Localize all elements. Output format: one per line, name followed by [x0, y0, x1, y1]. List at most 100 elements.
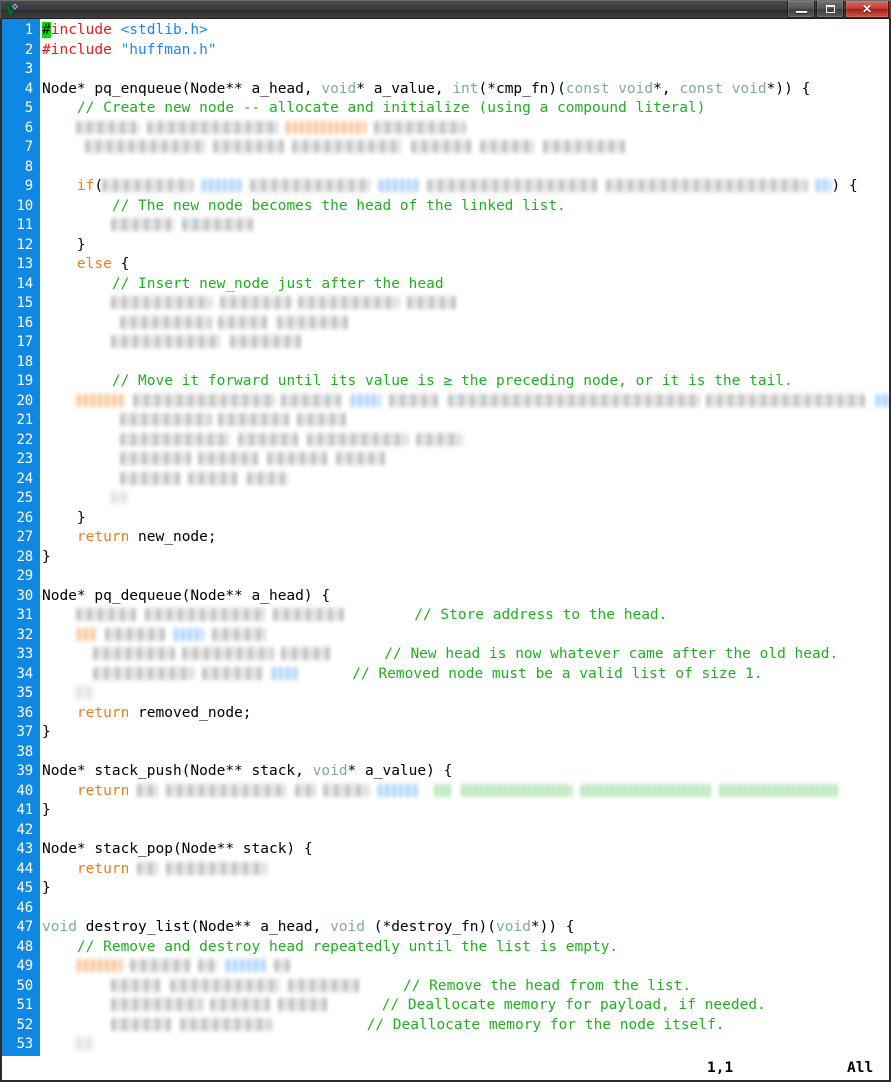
- code-line[interactable]: 23: [2, 450, 889, 470]
- redacted-code-span: [299, 296, 400, 309]
- code-line[interactable]: 15: [2, 294, 889, 314]
- redacted-code-span: [544, 140, 625, 153]
- code-line[interactable]: 29: [2, 567, 889, 587]
- line-number: 18: [2, 352, 40, 372]
- code-line[interactable]: 49: [2, 957, 889, 977]
- code-line[interactable]: 26 }: [2, 508, 889, 528]
- code-line[interactable]: 2 #include "huffman.h": [2, 40, 889, 60]
- code-line[interactable]: 48 // Remove and destroy head repeatedly…: [2, 937, 889, 957]
- code-line[interactable]: 38: [2, 742, 889, 762]
- code-line-content: // Create new node -- allocate and initi…: [40, 99, 889, 119]
- code-line-content: }: [40, 548, 889, 568]
- line-number: 41: [2, 801, 40, 821]
- code-line[interactable]: 34 // Removed node must be a valid list …: [2, 664, 889, 684]
- code-line[interactable]: 47 void destroy_list(Node** a_head, void …: [2, 918, 889, 938]
- redacted-code-span: [103, 179, 194, 192]
- code-line[interactable]: 31 // Store address to the head.: [2, 606, 889, 626]
- code-line[interactable]: 17: [2, 333, 889, 353]
- code-line[interactable]: 7: [2, 138, 889, 158]
- code-line-content: [40, 684, 889, 704]
- code-line[interactable]: 53: [2, 1035, 889, 1055]
- code-line[interactable]: 36 return removed_node;: [2, 703, 889, 723]
- redacted-code-span: [606, 179, 807, 192]
- code-line[interactable]: 33 // New head is now whatever came afte…: [2, 645, 889, 665]
- code-line-content: Node* pq_dequeue(Node** a_head) {: [40, 587, 889, 607]
- code-line[interactable]: 32: [2, 625, 889, 645]
- code-line[interactable]: 10 // The new node becomes the head of t…: [2, 196, 889, 216]
- code-line-content: }: [40, 236, 889, 256]
- redacted-code-span: [279, 998, 330, 1011]
- line-number: 25: [2, 489, 40, 509]
- code-line[interactable]: 25: [2, 489, 889, 509]
- code-line[interactable]: 18: [2, 352, 889, 372]
- scroll-percent-indicator: All: [847, 1060, 874, 1076]
- code-line[interactable]: 44 return: [2, 859, 889, 879]
- code-line[interactable]: 12 }: [2, 235, 889, 256]
- code-line[interactable]: 52 // Deallocate memory for the node its…: [2, 1015, 889, 1035]
- redacted-code-span: [120, 432, 231, 446]
- code-line[interactable]: 27 return new_node;: [2, 528, 889, 548]
- code-line[interactable]: 14 // Insert new_node just after the hea…: [2, 274, 889, 294]
- code-line-content: // Move it forward until its value is ≥ …: [40, 372, 889, 392]
- code-line[interactable]: 16: [2, 313, 889, 333]
- code-editor[interactable]: 1 #include <stdlib.h> 2 #include "huffman.h…: [2, 19, 889, 1056]
- code-line[interactable]: 6: [2, 118, 889, 138]
- title-bar[interactable]: ✕: [0, 0, 891, 19]
- minimize-button[interactable]: [787, 1, 815, 18]
- code-line[interactable]: 40 return: [2, 781, 889, 801]
- code-line[interactable]: 13 else {: [2, 255, 889, 275]
- code-line[interactable]: 42: [2, 820, 889, 840]
- line-number: 22: [2, 430, 40, 450]
- line-number: 39: [2, 762, 40, 782]
- maximize-button[interactable]: [816, 1, 844, 18]
- code-line[interactable]: 19 // Move it forward until its value is…: [2, 372, 889, 392]
- token-plain: Node* pq_enqueue(Node** a_head,: [42, 80, 322, 97]
- redacted-code-span: [411, 140, 472, 153]
- code-line-content: [40, 489, 889, 509]
- code-line[interactable]: 1 #include <stdlib.h>: [2, 21, 889, 41]
- token-pre: #include: [42, 41, 112, 58]
- code-line[interactable]: 9 if( ) {: [2, 177, 889, 197]
- code-line[interactable]: 8: [2, 157, 889, 177]
- code-line[interactable]: 11: [2, 216, 889, 236]
- code-line[interactable]: 35: [2, 684, 889, 704]
- redacted-code-span: [203, 666, 264, 680]
- code-line[interactable]: 51 // Deallocate memory for payload, if …: [2, 996, 889, 1016]
- line-number: 24: [2, 469, 40, 489]
- code-line[interactable]: 5 // Create new node -- allocate and ini…: [2, 99, 889, 119]
- code-line[interactable]: 45}: [2, 879, 889, 899]
- code-line[interactable]: 20: [2, 391, 889, 411]
- code-line[interactable]: 21: [2, 411, 889, 431]
- token-type: const void: [679, 80, 767, 97]
- code-line[interactable]: 4 Node* pq_enqueue(Node** a_head, void* a…: [2, 79, 889, 99]
- token-plain: Node* pq_dequeue(Node** a_head) {: [42, 587, 331, 604]
- close-button[interactable]: ✕: [845, 1, 889, 18]
- code-line[interactable]: 28}: [2, 547, 889, 568]
- code-line[interactable]: 43 Node* stack_pop(Node** stack) {: [2, 840, 889, 860]
- code-line[interactable]: 22: [2, 430, 889, 450]
- code-line[interactable]: 41}: [2, 801, 889, 821]
- token-str: <stdlib.h>: [120, 22, 208, 38]
- code-line[interactable]: 37}: [2, 723, 889, 743]
- code-line[interactable]: 24: [2, 469, 889, 489]
- redacted-code-span: [76, 393, 125, 407]
- code-line[interactable]: 46: [2, 898, 889, 918]
- code-line[interactable]: 3: [2, 60, 889, 80]
- code-line[interactable]: 50 // Remove the head from the list.: [2, 976, 889, 996]
- code-line[interactable]: 39 Node* stack_push(Node** stack, void* a…: [2, 762, 889, 782]
- code-line[interactable]: 30 Node* pq_dequeue(Node** a_head) {: [2, 586, 889, 607]
